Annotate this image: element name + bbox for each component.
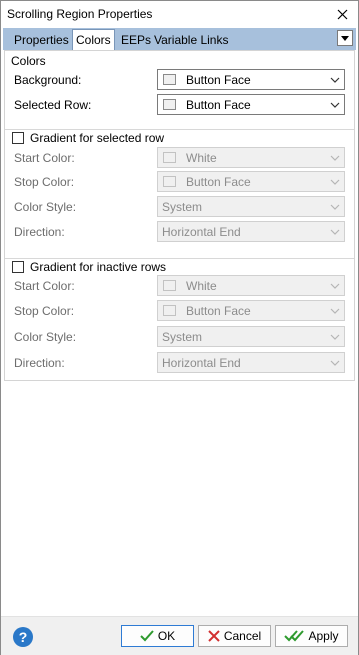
selected-row-color-select[interactable]: Button Face [157,94,345,115]
inactive-stop-color-value: Button Face [186,304,251,318]
background-color-value: Button Face [186,73,251,87]
close-button[interactable] [332,4,352,24]
selected-start-color-label: Start Color: [14,151,75,165]
double-checkmark-icon [284,630,305,642]
selected-direction-select[interactable]: Horizontal End [157,221,345,242]
color-swatch [163,305,176,316]
colors-panel: Colors Background: Button Face Selected … [4,50,355,381]
chevron-down-icon [326,172,344,191]
tab-colors[interactable]: Colors [72,29,115,50]
chevron-down-icon [326,70,344,89]
tab-variable-links[interactable]: Variable Links [151,31,231,50]
selected-stop-color-value: Button Face [186,175,251,189]
gradient-selected-checkbox-label: Gradient for selected row [30,131,165,145]
color-swatch [163,280,176,291]
chevron-down-icon [326,276,344,295]
cancel-button-label: Cancel [223,629,262,643]
dialog-window: Scrolling Region Properties Properties C… [0,0,359,655]
gradient-selected-group: Gradient for selected row Start Color: W… [5,129,354,258]
gradient-selected-checkbox[interactable] [12,132,24,144]
color-swatch [163,176,176,187]
ok-button-label: OK [157,629,176,643]
caret-down-icon [341,35,349,41]
inactive-stop-color-label: Stop Color: [14,304,75,318]
tab-strip: Properties Colors EEPs Variable Links [3,28,356,50]
chevron-down-icon [326,95,344,114]
tab-eeps[interactable]: EEPs [118,31,154,50]
inactive-color-style-label: Color Style: [14,330,77,344]
title-bar: Scrolling Region Properties [1,1,358,28]
apply-button-label: Apply [308,629,339,643]
gradient-inactive-group: Gradient for inactive rows Start Color: … [5,258,354,381]
inactive-start-color-select[interactable]: White [157,275,345,296]
selected-start-color-value: White [186,151,217,165]
gradient-inactive-checkbox-label: Gradient for inactive rows [30,260,167,274]
color-swatch [163,152,176,163]
chevron-down-icon [326,301,344,320]
inactive-start-color-value: White [186,279,217,293]
window-title: Scrolling Region Properties [7,7,153,21]
selected-row-color-value: Button Face [186,98,251,112]
selected-stop-color-select[interactable]: Button Face [157,171,345,192]
selected-color-style-select[interactable]: System [157,196,345,217]
inactive-direction-select[interactable]: Horizontal End [157,352,345,373]
help-button[interactable]: ? [13,627,33,647]
close-x-icon [208,630,220,642]
cancel-button[interactable]: Cancel [198,625,271,647]
help-icon: ? [18,629,28,645]
colors-group-title: Colors [11,54,46,68]
gradient-inactive-checkbox-row[interactable]: Gradient for inactive rows [12,259,166,275]
inactive-color-style-select[interactable]: System [157,326,345,347]
inactive-start-color-label: Start Color: [14,279,75,293]
inactive-direction-value: Horizontal End [162,356,241,370]
selected-direction-label: Direction: [14,225,65,239]
color-swatch [163,99,176,110]
inactive-stop-color-select[interactable]: Button Face [157,300,345,321]
selected-color-style-label: Color Style: [14,200,77,214]
selected-stop-color-label: Stop Color: [14,175,75,189]
selected-color-style-value: System [162,200,203,214]
close-icon [337,9,347,19]
gradient-inactive-checkbox[interactable] [12,261,24,273]
inactive-direction-label: Direction: [14,356,65,370]
selected-row-label: Selected Row: [14,98,92,112]
gradient-selected-checkbox-row[interactable]: Gradient for selected row [12,130,164,146]
inactive-color-style-value: System [162,330,203,344]
colors-group: Colors Background: Button Face Selected … [5,51,354,129]
selected-start-color-select[interactable]: White [157,147,345,168]
checkmark-icon [140,630,154,642]
chevron-down-icon [326,327,344,346]
background-label: Background: [14,73,82,87]
background-color-select[interactable]: Button Face [157,69,345,90]
apply-button[interactable]: Apply [275,625,348,647]
color-swatch [163,74,176,85]
chevron-down-icon [326,197,344,216]
chevron-down-icon [326,222,344,241]
tab-properties[interactable]: Properties [11,31,72,50]
selected-direction-value: Horizontal End [162,225,241,239]
tab-list-dropdown[interactable] [337,30,353,46]
chevron-down-icon [326,353,344,372]
chevron-down-icon [326,148,344,167]
dialog-footer: ? OK Cancel Apply [1,616,358,655]
ok-button[interactable]: OK [121,625,194,647]
